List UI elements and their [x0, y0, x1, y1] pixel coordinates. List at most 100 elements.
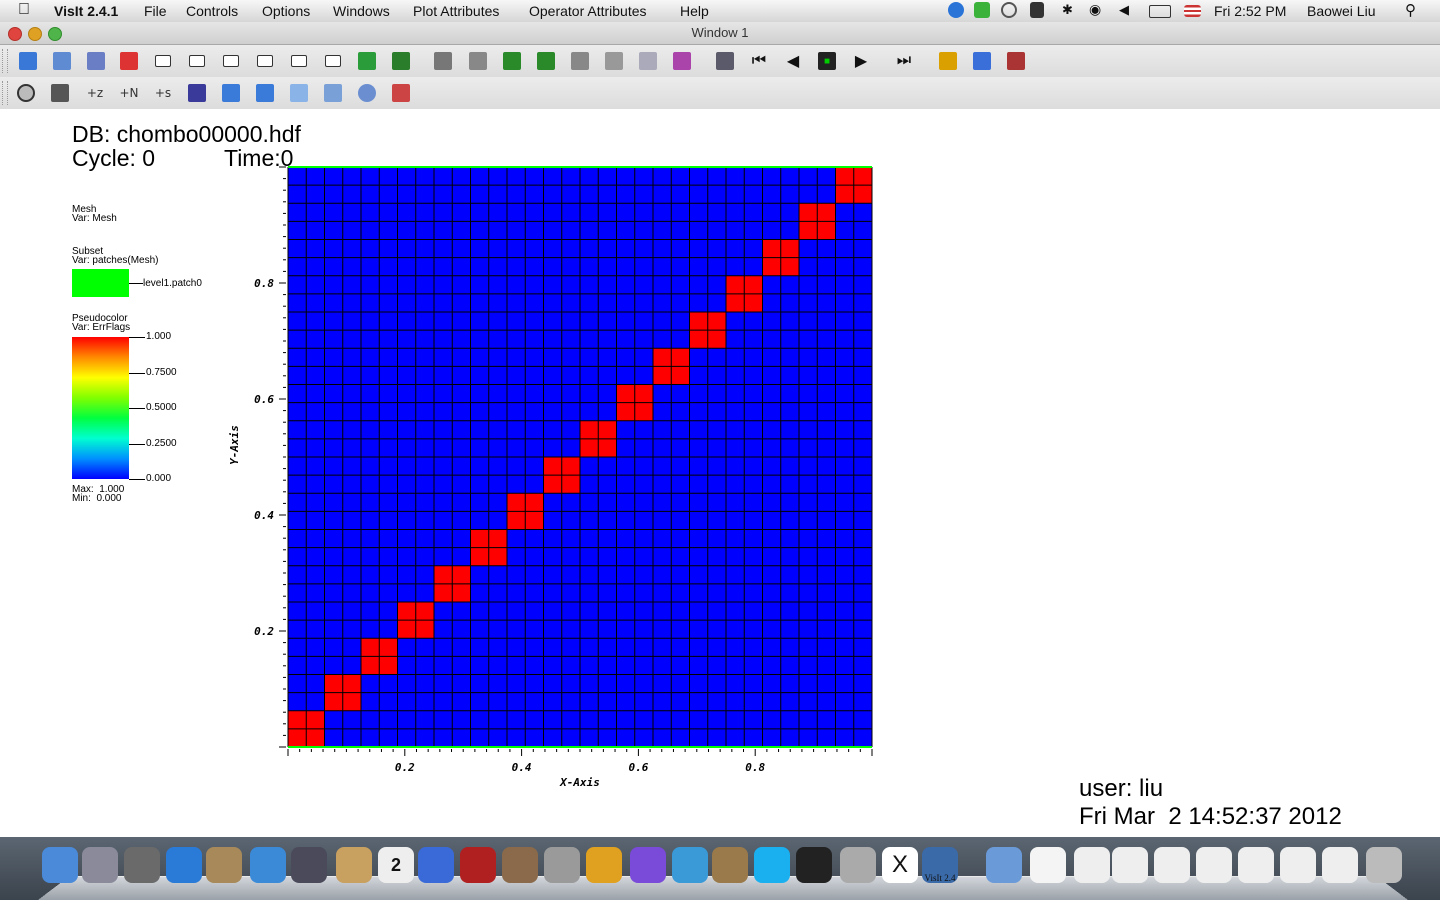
- layout-2x4-icon[interactable]: [287, 50, 311, 72]
- dock-skype-icon[interactable]: [754, 847, 790, 883]
- menu-windows[interactable]: Windows: [333, 3, 390, 19]
- us-flag-icon[interactable]: [1184, 5, 1201, 17]
- lineout-z-icon[interactable]: +z: [83, 82, 107, 104]
- camera-icon[interactable]: [568, 50, 592, 72]
- perspective-icon[interactable]: [466, 50, 490, 72]
- new-window-icon[interactable]: [50, 50, 74, 72]
- dock-window-thumb-2-icon[interactable]: [1112, 847, 1148, 883]
- layout-1x2-icon[interactable]: [185, 50, 209, 72]
- step-forward-icon[interactable]: ⏭: [892, 50, 916, 72]
- first-frame-icon[interactable]: ⏮: [747, 50, 771, 72]
- menubar-clock[interactable]: Fri 2:52 PM: [1214, 3, 1286, 19]
- dock-app-store-icon[interactable]: [166, 847, 202, 883]
- curve-icon[interactable]: [185, 82, 209, 104]
- lineout-n-icon[interactable]: +N: [117, 82, 141, 104]
- dock-window-thumb-1-icon[interactable]: [1074, 847, 1110, 883]
- plane-tool-icon[interactable]: [287, 82, 311, 104]
- toolbar-handle[interactable]: [2, 49, 8, 73]
- apple-menu-icon[interactable]: : [18, 1, 30, 19]
- dock-preview-icon[interactable]: [206, 847, 242, 883]
- dock-iphoto-icon[interactable]: [502, 847, 538, 883]
- pseudocolor-plot[interactable]: 0.2 0.4 0.6 0.8 0.2 0.4 0.6 0.8 X-Axis Y-Axis: [200, 159, 900, 799]
- dock-document-icon[interactable]: [1030, 847, 1066, 883]
- menu-help[interactable]: Help: [680, 3, 709, 19]
- spin-icon[interactable]: [431, 50, 455, 72]
- dock-window-thumb-6-icon[interactable]: [1280, 847, 1316, 883]
- dock-eclipse-icon[interactable]: [630, 847, 666, 883]
- app-menu[interactable]: VisIt 2.4.1: [54, 3, 118, 19]
- dock-image-capture-icon[interactable]: [840, 847, 876, 883]
- dock-folder-icon[interactable]: [986, 847, 1022, 883]
- camera-2-icon[interactable]: [602, 50, 626, 72]
- sphere-tool-icon[interactable]: [355, 82, 379, 104]
- dock-chrome-icon[interactable]: [586, 847, 622, 883]
- layout-2x2-icon[interactable]: [219, 50, 243, 72]
- navigate-icon[interactable]: [14, 82, 38, 104]
- dock-window-thumb-4-icon[interactable]: [1196, 847, 1232, 883]
- dock-visit-icon[interactable]: VisIt 2.4: [922, 847, 958, 883]
- menu-file[interactable]: File: [144, 3, 167, 19]
- color-table-icon[interactable]: [936, 50, 960, 72]
- pick-tool-icon[interactable]: [219, 82, 243, 104]
- layout-3x3-icon[interactable]: [321, 50, 345, 72]
- dock-contacts-icon[interactable]: [336, 847, 372, 883]
- dock-itunes-icon[interactable]: [418, 847, 454, 883]
- dock-window-thumb-5-icon[interactable]: [1238, 847, 1274, 883]
- line-tool-icon[interactable]: [253, 82, 277, 104]
- lock-view-icon[interactable]: [355, 50, 379, 72]
- save-image-icon[interactable]: [500, 50, 524, 72]
- pick-1-icon[interactable]: [970, 50, 994, 72]
- new-window-icon-glyph: [53, 52, 71, 70]
- status-check-icon[interactable]: [974, 2, 990, 18]
- dock-trash-icon[interactable]: [1366, 847, 1402, 883]
- dock-word-icon[interactable]: [672, 847, 708, 883]
- pick-2-icon[interactable]: [1004, 50, 1028, 72]
- wifi-icon[interactable]: ◉: [1089, 1, 1109, 17]
- box-tool-icon[interactable]: [321, 82, 345, 104]
- stop-icon[interactable]: ■: [815, 50, 839, 72]
- toolbar-handle[interactable]: [2, 81, 8, 105]
- dock-finder-icon[interactable]: [42, 847, 78, 883]
- lock-time-icon[interactable]: [389, 50, 413, 72]
- invert-colors-icon[interactable]: [534, 50, 558, 72]
- dock-photo-booth-icon[interactable]: [460, 847, 496, 883]
- menubar-user[interactable]: Baowei Liu: [1307, 3, 1376, 19]
- binoculars-icon[interactable]: [1030, 2, 1044, 18]
- dock-window-thumb-7-icon[interactable]: [1322, 847, 1358, 883]
- delete-window-icon[interactable]: [117, 50, 141, 72]
- camera-3-icon[interactable]: [636, 50, 660, 72]
- status-b-icon[interactable]: [948, 2, 964, 18]
- movie-icon[interactable]: [713, 50, 737, 72]
- time-machine-icon[interactable]: [1001, 2, 1017, 18]
- lineout-s-icon[interactable]: +s: [151, 82, 175, 104]
- clone-window-icon[interactable]: [84, 50, 108, 72]
- dock-x11-icon[interactable]: X: [882, 847, 918, 883]
- step-back-icon[interactable]: ◀: [781, 50, 805, 72]
- volume-icon[interactable]: ◀: [1119, 2, 1135, 18]
- dock-launchpad-icon[interactable]: [82, 847, 118, 883]
- apply-icon[interactable]: [16, 50, 40, 72]
- dock-system-preferences-icon[interactable]: [544, 847, 580, 883]
- menu-plot-attributes[interactable]: Plot Attributes: [413, 3, 499, 19]
- dock-terminal-icon[interactable]: [796, 847, 832, 883]
- dock-facetime-icon[interactable]: [291, 847, 327, 883]
- play-icon[interactable]: ▶: [849, 50, 873, 72]
- battery-icon[interactable]: [1149, 5, 1171, 18]
- dock-safari-icon[interactable]: [250, 847, 286, 883]
- menu-operator-attributes[interactable]: Operator Attributes: [529, 3, 647, 19]
- menu-controls[interactable]: Controls: [186, 3, 238, 19]
- layout-1x1-icon[interactable]: [151, 50, 175, 72]
- dock-window-thumb-3-icon[interactable]: [1154, 847, 1190, 883]
- sliders-icon[interactable]: [389, 82, 413, 104]
- zoom-icon[interactable]: [48, 82, 72, 104]
- vis-area[interactable]: DB: chombo00000.hdf Cycle: 0 Time:0 Mesh…: [0, 109, 1440, 837]
- dock-system-profiler-icon[interactable]: [124, 847, 160, 883]
- spotlight-icon[interactable]: ⚲: [1405, 1, 1416, 19]
- camera-4-icon[interactable]: [670, 50, 694, 72]
- user-annotation: user: liu: [1079, 775, 1164, 802]
- menu-options[interactable]: Options: [262, 3, 310, 19]
- layout-2x3-icon[interactable]: [253, 50, 277, 72]
- dock-grapher-icon[interactable]: [712, 847, 748, 883]
- dock-calendar-icon[interactable]: 2: [378, 847, 414, 883]
- bluetooth-icon[interactable]: ✱: [1062, 2, 1078, 18]
